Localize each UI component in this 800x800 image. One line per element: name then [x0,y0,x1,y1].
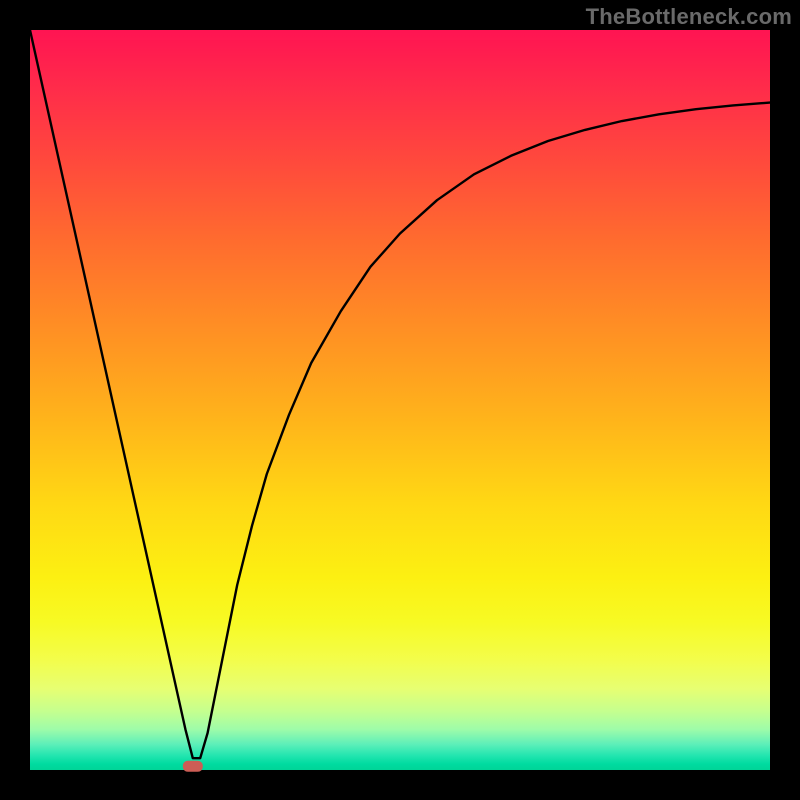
chart-frame: TheBottleneck.com [0,0,800,800]
watermark-text: TheBottleneck.com [586,4,792,30]
plot-area [30,30,770,770]
bottleneck-curve [30,30,770,758]
minimum-marker [183,761,203,772]
chart-svg [30,30,770,770]
